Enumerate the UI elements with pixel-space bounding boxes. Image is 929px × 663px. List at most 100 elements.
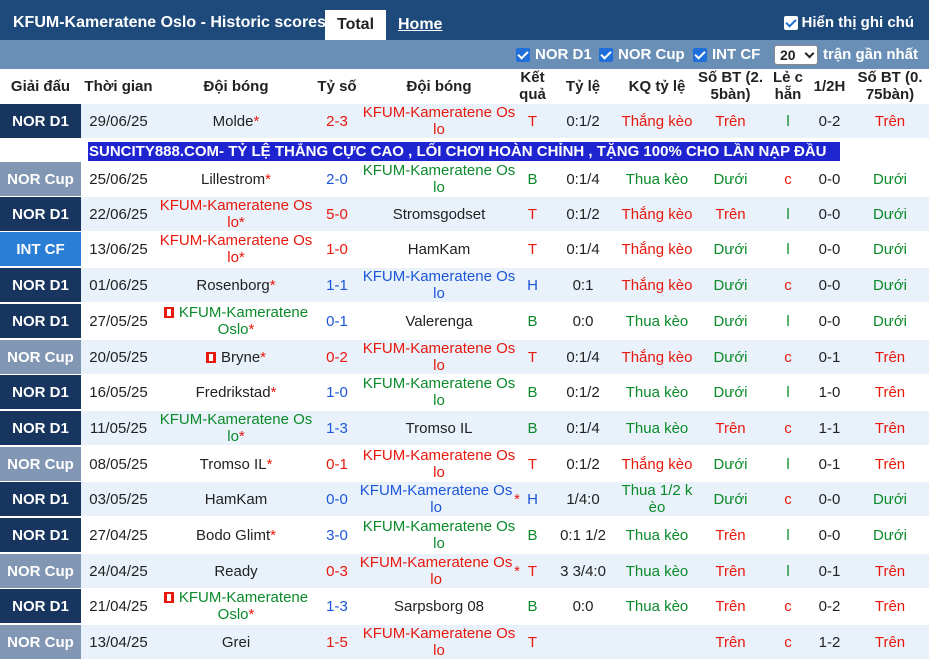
away-team[interactable]: KFUM-Kameratene Os lo * [358,554,520,588]
league-badge[interactable]: NOR D1 [0,197,81,231]
home-team[interactable]: Lillestrom* [156,162,316,196]
away-team[interactable]: KFUM-Kameratene Os lo [358,104,520,138]
checkbox-checked-icon[interactable] [783,15,798,30]
away-team-name: KFUM-Kameratene Os lo [362,268,516,302]
home-team[interactable]: Tromso IL* [156,447,316,481]
home-team[interactable]: Fredrikstad* [156,375,316,409]
home-team[interactable]: KFUM-Kameratene Oslo* [156,589,316,623]
match-result: B [527,419,538,437]
match-result: B [527,526,538,544]
goals-075: Dưới [872,276,908,294]
league-badge[interactable]: NOR D1 [0,518,81,552]
league-badge[interactable]: NOR D1 [0,589,81,623]
home-team[interactable]: Grei [156,625,316,659]
match-count-select[interactable]: 20 [774,45,818,65]
away-team[interactable]: Sarpsborg 08 [358,589,520,623]
away-team-name: KFUM-Kameratene Os lo [362,104,516,138]
table-row: NOR D1 01/06/25 Rosenborg* 1-1 KFUM-Kamerate… [0,268,929,302]
filter-int-cf[interactable]: INT CF [693,46,760,63]
show-notes-toggle[interactable]: Hiển thị ghi chú [783,14,914,31]
home-team[interactable]: Ready [156,554,316,588]
league-badge[interactable]: NOR Cup [0,554,81,588]
league-badge[interactable]: NOR D1 [0,375,81,409]
away-team-name: Tromso IL [405,419,473,437]
handicap-result: Thắng kèo [621,205,693,223]
away-team[interactable]: HamKam [358,232,520,266]
away-team[interactable]: KFUM-Kameratene Os lo [358,162,520,196]
odd-even: l [786,562,790,580]
home-team-wrap: Lillestrom* [201,171,271,188]
col-score: Tỷ số [317,77,357,95]
handicap-rate: 3 3/4:0 [560,562,606,580]
goals-075: Dưới [872,205,908,223]
away-team[interactable]: KFUM-Kameratene Os lo * [358,482,520,516]
handicap-rate: 0:1/2 [566,205,600,223]
score: 0-1 [326,455,348,473]
checkbox-checked-icon[interactable] [516,47,530,62]
league-badge[interactable]: NOR D1 [0,411,81,445]
league-badge[interactable]: NOR Cup [0,447,81,481]
league-badge[interactable]: INT CF [0,232,81,266]
home-team-name: KFUM-Kameratene Oslo [178,589,309,623]
league-badge[interactable]: NOR D1 [0,304,81,338]
away-team[interactable]: KFUM-Kameratene Os lo [358,518,520,552]
league-badge[interactable]: NOR D1 [0,268,81,302]
league-badge[interactable]: NOR Cup [0,340,81,374]
checkbox-checked-icon[interactable] [693,47,707,62]
home-star: * [238,249,245,266]
goals-over-under: Dưới [713,490,748,508]
league-badge[interactable]: NOR D1 [0,482,81,516]
filter-nor-cup[interactable]: NOR Cup [599,46,685,63]
league-badge[interactable]: NOR D1 [0,104,81,138]
table-header: Giải đấu Thời gian Đội bóng Tỷ số Đội bó… [0,69,929,103]
odd-even: c [784,170,792,188]
handicap-result: Thua kèo [625,383,689,401]
away-team[interactable]: Stromsgodset [358,197,520,231]
table-row: NOR D1 11/05/25 KFUM-Kameratene Os lo* 1-3 T… [0,411,929,445]
home-team[interactable]: KFUM-Kameratene Oslo* [156,304,316,338]
away-team[interactable]: KFUM-Kameratene Os lo [358,268,520,302]
half-time-score: 0-2 [818,112,841,130]
goals-075: Dưới [872,170,908,188]
tab-total[interactable]: Total [325,10,386,40]
away-team[interactable]: KFUM-Kameratene Os lo [358,375,520,409]
home-team[interactable]: KFUM-Kameratene Os lo* [156,197,316,231]
col-odd-even: Lẻ c hẵn [772,69,803,103]
checkbox-checked-icon[interactable] [599,47,613,62]
home-team[interactable]: Rosenborg* [156,268,316,302]
tab-home[interactable]: Home [398,10,442,40]
home-team-name: Lillestrom [200,170,266,188]
away-team[interactable]: KFUM-Kameratene Os lo [358,340,520,374]
away-team[interactable]: Tromso IL [358,411,520,445]
home-team[interactable]: Molde* [156,104,316,138]
odd-even: l [786,312,790,330]
filter-nor-d1[interactable]: NOR D1 [516,46,592,63]
away-team-name: KFUM-Kameratene Os lo [362,340,516,374]
handicap-rate: 0:0 [572,312,594,330]
ad-banner[interactable]: SUNCITY888.COM- TỶ LỆ THẮNG CỰC CAO , LỐ… [88,142,840,161]
home-team[interactable]: Bodo Glimt* [156,518,316,552]
odd-even: l [786,455,790,473]
handicap-result: Thua kèo [625,170,689,188]
home-team[interactable]: HamKam [156,482,316,516]
away-team[interactable]: Valerenga [358,304,520,338]
table-row: INT CF 13/06/25 KFUM-Kameratene Os lo* 1-0 H… [0,232,929,266]
home-star: * [253,112,260,130]
match-date: 27/05/25 [89,312,148,330]
match-result: T [527,562,538,580]
goals-over-under: Dưới [713,276,748,294]
half-time-score: 0-0 [818,170,841,188]
away-team[interactable]: KFUM-Kameratene Os lo [358,447,520,481]
home-star: * [266,455,273,473]
home-team[interactable]: KFUM-Kameratene Os lo* [156,411,316,445]
table-row: NOR Cup 08/05/25 Tromso IL* 0-1 KFUM-Kamerat… [0,447,929,481]
handicap-rate: 0:1/4 [566,170,600,188]
away-team[interactable]: KFUM-Kameratene Os lo [358,625,520,659]
home-team[interactable]: KFUM-Kameratene Os lo* [156,232,316,266]
league-badge[interactable]: NOR Cup [0,162,81,196]
home-team-name: Molde [212,112,254,130]
match-result: H [527,276,538,294]
home-team[interactable]: Bryne* [156,340,316,374]
handicap-rate: 0:0 [572,597,594,615]
league-badge[interactable]: NOR Cup [0,625,81,659]
